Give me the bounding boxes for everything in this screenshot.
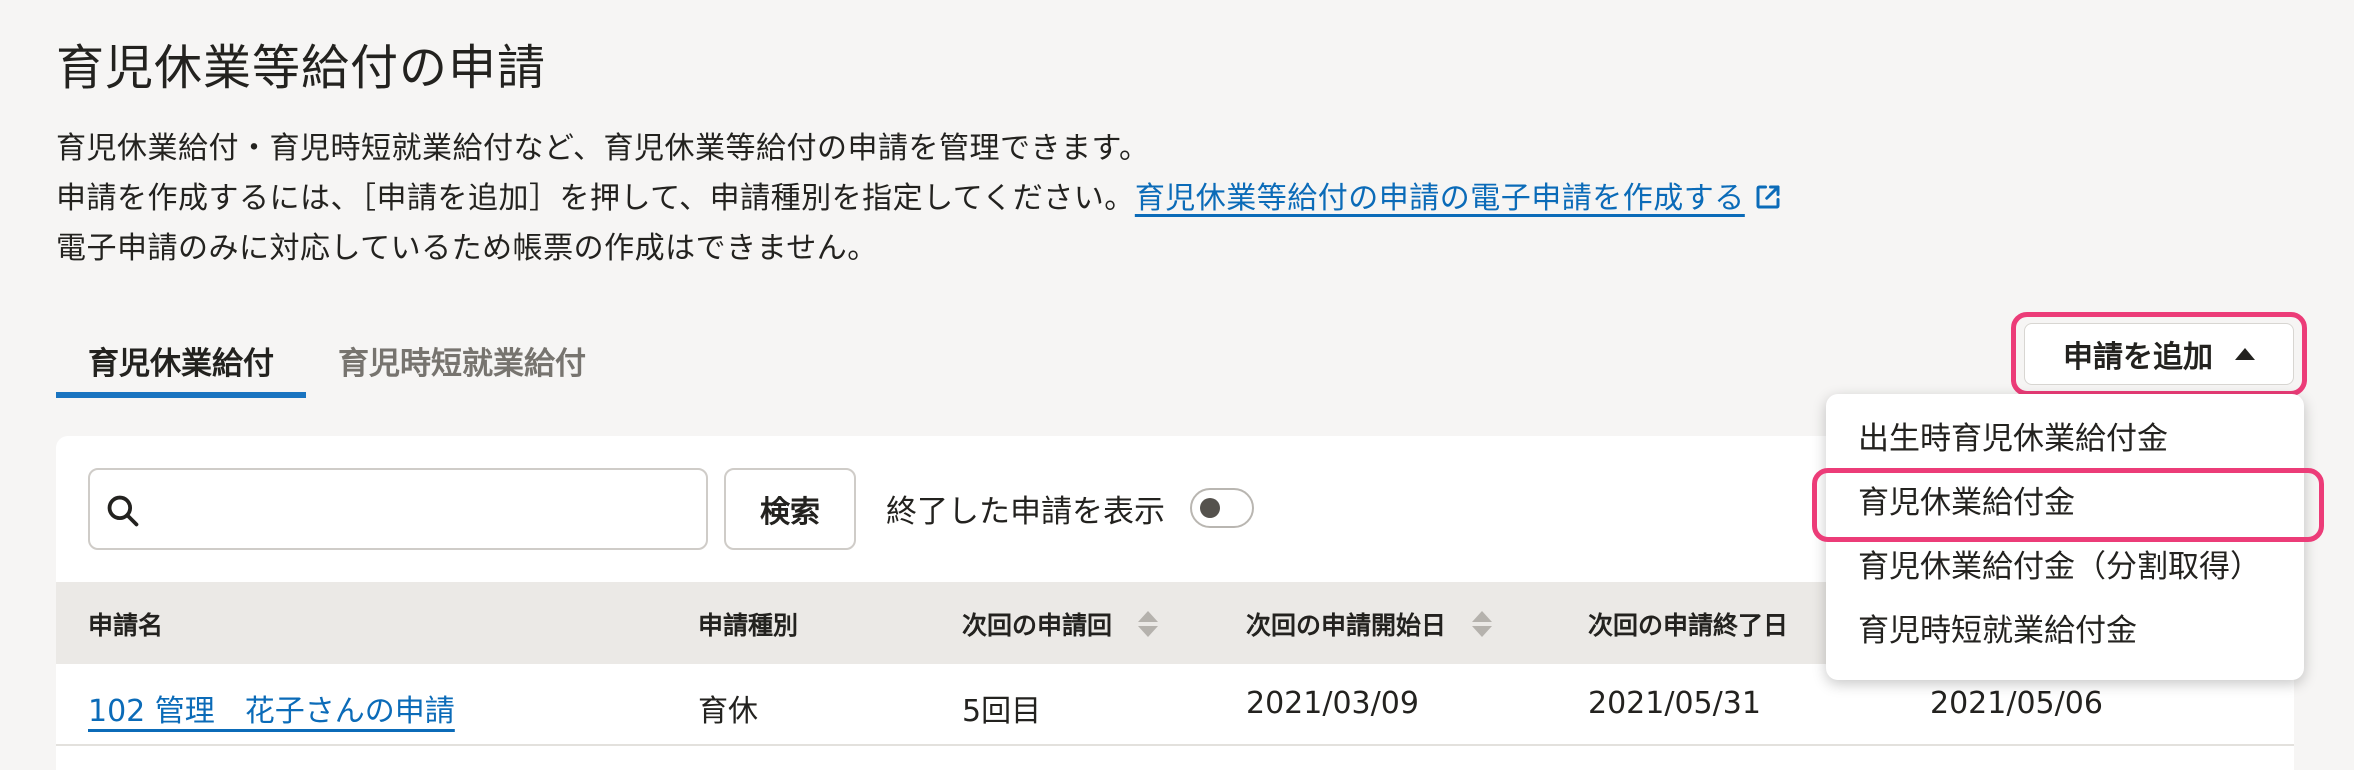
page-description: 育児休業給付・育児時短就業給付など、育児休業等給付の申請を管理できます。 申請を… [56,124,1783,274]
search-icon [107,495,139,527]
description-line-2-text: 申請を作成するには、［申請を追加］を押して、申請種別を指定してください。 [56,181,1135,216]
menu-item-childcare-leave-benefit-split[interactable]: 育児休業給付金（分割取得） [1826,536,2304,598]
column-header-next-end-date[interactable]: 次回の申請終了日 [1588,606,1788,642]
column-header-name: 申請名 [88,606,163,642]
column-header-type: 申請種別 [698,606,798,642]
column-header-next-end-date-label: 次回の申請終了日 [1588,611,1789,640]
search-input[interactable] [88,468,708,550]
cell-type: 育休 [698,694,758,729]
create-application-link[interactable]: 育児休業等給付の申請の電子申請を作成する [1135,181,1783,216]
cell-next-round: 5回目 [962,694,1042,729]
application-name-link[interactable]: 102 管理 花子さんの申請 [88,686,455,730]
show-ended-label: 終了した申請を表示 [886,494,1165,530]
menu-item-childcare-leave-benefit[interactable]: 育児休業給付金 [1826,472,2304,534]
caret-up-icon [2235,348,2255,360]
column-header-next-start-date[interactable]: 次回の申請開始日 [1246,606,1493,642]
column-header-next-round[interactable]: 次回の申請回 [962,606,1159,642]
description-line-2: 申請を作成するには、［申請を追加］を押して、申請種別を指定してください。育児休業… [56,174,1783,224]
add-application-dropdown: 出生時育児休業給付金 育児休業給付金 育児休業給付金（分割取得） 育児時短就業給… [1826,394,2304,680]
create-application-link-label: 育児休業等給付の申請の電子申請を作成する [1134,181,1745,216]
column-header-next-start-date-label: 次回の申請開始日 [1246,611,1447,640]
tab-childcare-short-time-benefit[interactable]: 育児時短就業給付 [306,326,618,398]
column-header-name-label: 申請名 [88,611,164,640]
page: 育児休業等給付の申請 育児休業給付・育児時短就業給付など、育児休業等給付の申請を… [0,0,2354,770]
sort-icon [1472,611,1493,637]
tab-bar: 育児休業給付 育児時短就業給付 [56,326,618,398]
search-button[interactable]: 検索 [724,468,856,550]
add-application-button[interactable]: 申請を追加 [2024,323,2294,385]
menu-item-birth-childcare-leave-benefit[interactable]: 出生時育児休業給付金 [1826,408,2304,470]
column-header-type-label: 申請種別 [698,611,799,640]
sort-icon [1138,611,1159,637]
external-link-icon [1756,185,1780,209]
column-header-next-round-label: 次回の申請回 [962,611,1113,640]
cell-date: 2021/05/06 [1930,686,2103,721]
cell-next-start-date: 2021/03/09 [1246,686,1419,721]
add-application-button-label: 申請を追加 [2063,340,2213,375]
tab-childcare-leave-benefit[interactable]: 育児休業給付 [56,326,306,398]
toggle-knob [1200,498,1220,518]
description-line-3: 電子申請のみに対応しているため帳票の作成はできません。 [56,231,878,266]
cell-next-end-date: 2021/05/31 [1588,686,1761,721]
add-application-button-highlight: 申請を追加 [2011,312,2307,396]
show-ended-toggle[interactable] [1190,488,1254,528]
menu-item-childcare-short-time-benefit[interactable]: 育児時短就業給付金 [1826,600,2304,662]
description-line-1: 育児休業給付・育児時短就業給付など、育児休業等給付の申請を管理できます。 [56,131,1150,166]
page-title: 育児休業等給付の申請 [56,40,547,96]
